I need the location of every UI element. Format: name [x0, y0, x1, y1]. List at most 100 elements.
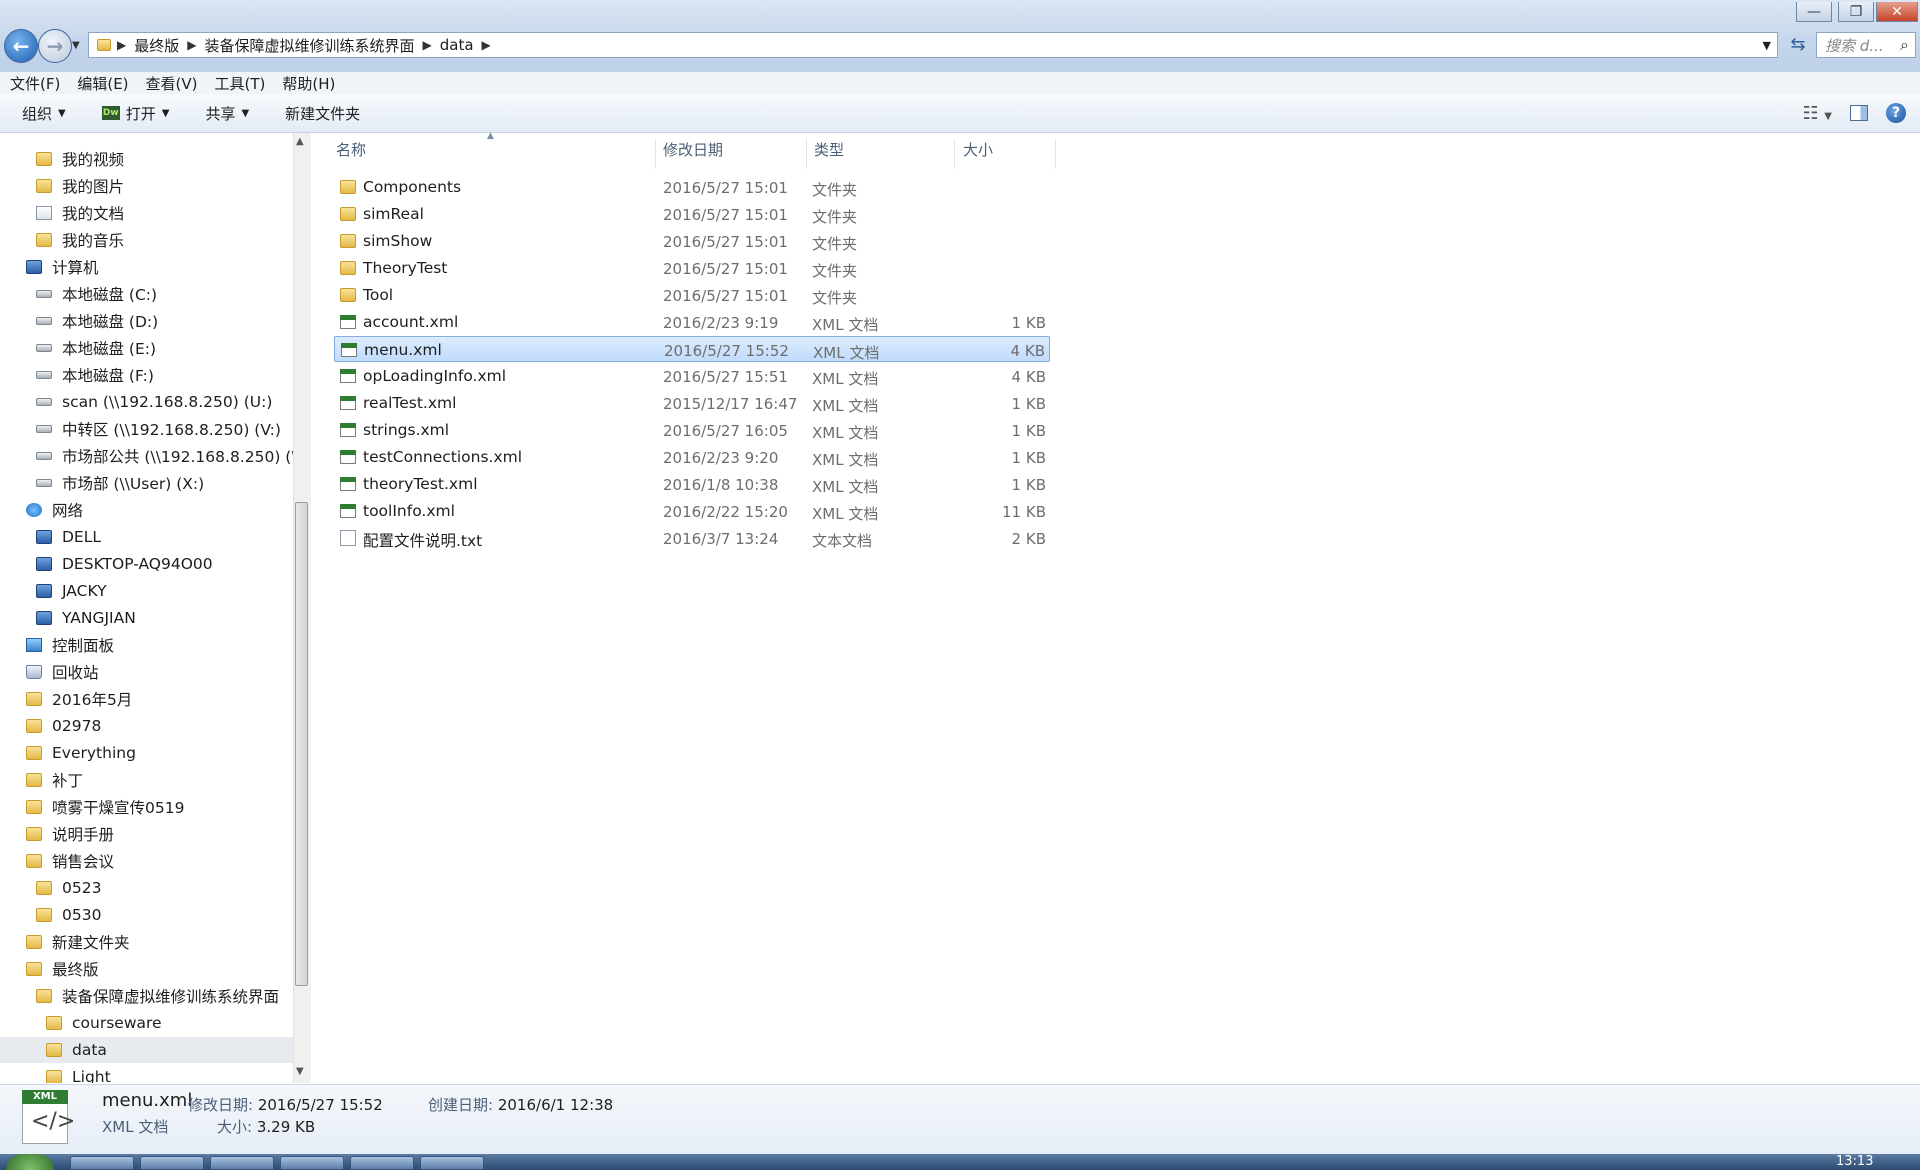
file-type: XML 文档 — [813, 344, 880, 362]
search-input[interactable]: 搜索 d... ⌕ — [1816, 32, 1916, 58]
nav-item[interactable]: 02978 — [0, 713, 101, 739]
refresh-icon[interactable]: ⇆ — [1784, 34, 1812, 56]
back-button[interactable]: ← — [4, 29, 38, 63]
nav-item[interactable]: 市场部 (\\User) (X:) — [0, 470, 204, 496]
nav-item[interactable]: Everything — [0, 740, 136, 766]
file-row[interactable]: theoryTest.xml 2016/1/8 10:38 XML 文档 1 KB — [334, 471, 1050, 497]
view-options-icon[interactable]: ☷ ▼ — [1802, 103, 1832, 124]
file-row[interactable]: account.xml 2016/2/23 9:19 XML 文档 1 KB — [334, 309, 1050, 335]
recent-pages-dropdown[interactable]: ▼ — [72, 40, 80, 51]
nav-item[interactable]: 中转区 (\\192.168.8.250) (V:) — [0, 416, 281, 442]
nav-item-label: 我的图片 — [62, 178, 125, 196]
nav-item[interactable]: 市场部公共 (\\192.168.8.250) (W — [0, 443, 296, 469]
open-button[interactable]: Dw 打开 ▼ — [80, 103, 184, 124]
file-row[interactable]: 配置文件说明.txt 2016/3/7 13:24 文本文档 2 KB — [334, 525, 1050, 551]
breadcrumb-item[interactable]: data — [432, 36, 482, 54]
nav-item[interactable]: JACKY — [0, 578, 107, 604]
menu-help[interactable]: 帮助(H) — [272, 73, 342, 94]
menu-view[interactable]: 查看(V) — [136, 73, 205, 94]
nav-item[interactable]: 2016年5月 — [0, 686, 132, 712]
address-dropdown-icon[interactable]: ▼ — [1763, 39, 1777, 52]
nav-item[interactable]: DELL — [0, 524, 101, 550]
nav-item[interactable]: 销售会议 — [0, 848, 114, 874]
taskbar-app-icon[interactable] — [350, 1156, 414, 1170]
file-row[interactable]: testConnections.xml 2016/2/23 9:20 XML 文档 1… — [334, 444, 1050, 470]
column-divider[interactable] — [1055, 139, 1056, 169]
nav-item[interactable]: 我的音乐 — [0, 227, 124, 253]
address-bar[interactable]: ▶ 最终版 ▶ 装备保障虚拟维修训练系统界面 ▶ data ▶ ▼ — [88, 32, 1778, 58]
nav-item[interactable]: data — [0, 1037, 296, 1063]
file-row[interactable]: menu.xml 2016/5/27 15:52 XML 文档 4 KB — [334, 336, 1050, 362]
nav-item[interactable]: 新建文件夹 — [0, 929, 130, 955]
taskbar-explorer-icon[interactable] — [70, 1156, 134, 1170]
nav-item[interactable]: courseware — [0, 1010, 162, 1036]
nav-item[interactable]: scan (\\192.168.8.250) (U:) — [0, 389, 272, 415]
menu-tools[interactable]: 工具(T) — [205, 73, 273, 94]
menu-file[interactable]: 文件(F) — [0, 73, 67, 94]
file-row[interactable]: simShow 2016/5/27 15:01 文件夹 — [334, 228, 1050, 254]
nav-item[interactable]: 我的文档 — [0, 200, 124, 226]
help-icon[interactable]: ? — [1886, 103, 1906, 123]
menu-edit[interactable]: 编辑(E) — [67, 73, 135, 94]
nav-scrollbar-thumb[interactable] — [295, 502, 308, 986]
file-row[interactable]: Components 2016/5/27 15:01 文件夹 — [334, 174, 1050, 200]
nav-item[interactable]: 最终版 — [0, 956, 99, 982]
nav-item[interactable]: 装备保障虚拟维修训练系统界面 — [0, 983, 279, 1009]
network-icon — [26, 503, 42, 517]
column-name[interactable]: 名称 — [336, 139, 366, 160]
nav-item[interactable]: 喷雾干燥宣传0519 — [0, 794, 184, 820]
share-button[interactable]: 共享 ▼ — [183, 103, 263, 124]
new-folder-button[interactable]: 新建文件夹 — [263, 103, 374, 124]
nav-item[interactable]: YANGJIAN — [0, 605, 136, 631]
taskbar-app-icon[interactable] — [210, 1156, 274, 1170]
nav-item[interactable]: 0530 — [0, 902, 101, 928]
nav-item-label: Light — [72, 1068, 111, 1083]
nav-item[interactable]: DESKTOP-AQ94O00 — [0, 551, 213, 577]
breadcrumb-item[interactable]: 最终版 — [126, 35, 187, 56]
taskbar-app-icon[interactable] — [420, 1156, 484, 1170]
nav-item[interactable]: 控制面板 — [0, 632, 114, 658]
column-modified[interactable]: 修改日期 — [663, 139, 723, 160]
scroll-up-icon[interactable]: ▲ — [296, 136, 304, 147]
search-icon[interactable]: ⌕ — [1900, 35, 1909, 55]
nav-item[interactable]: 本地磁盘 (C:) — [0, 281, 157, 307]
scroll-down-icon[interactable]: ▼ — [296, 1066, 304, 1077]
nav-item[interactable]: Light — [0, 1064, 111, 1083]
nav-item[interactable]: 说明手册 — [0, 821, 114, 847]
nav-item[interactable]: 补丁 — [0, 767, 83, 793]
taskbar-clock[interactable]: 13:13 — [1836, 1154, 1873, 1169]
nav-item[interactable]: 本地磁盘 (D:) — [0, 308, 158, 334]
preview-pane-icon[interactable] — [1850, 105, 1868, 121]
taskbar-app-icon[interactable] — [140, 1156, 204, 1170]
file-name: TheoryTest — [363, 259, 448, 277]
column-type[interactable]: 类型 — [814, 139, 844, 160]
nav-item[interactable]: 计算机 — [0, 254, 99, 280]
minimize-button[interactable]: — — [1796, 2, 1832, 22]
file-row[interactable]: opLoadingInfo.xml 2016/5/27 15:51 XML 文档 4 … — [334, 363, 1050, 389]
nav-item[interactable]: 我的图片 — [0, 173, 124, 199]
nav-item[interactable]: 0523 — [0, 875, 101, 901]
column-divider[interactable] — [806, 139, 807, 169]
nav-item[interactable]: 本地磁盘 (E:) — [0, 335, 156, 361]
forward-button[interactable]: → — [38, 29, 72, 63]
nav-item[interactable]: 网络 — [0, 497, 83, 523]
column-divider[interactable] — [954, 139, 955, 169]
taskbar-photoshop-icon[interactable] — [280, 1156, 344, 1170]
file-row[interactable]: Tool 2016/5/27 15:01 文件夹 — [334, 282, 1050, 308]
file-row[interactable]: TheoryTest 2016/5/27 15:01 文件夹 — [334, 255, 1050, 281]
column-size[interactable]: 大小 — [963, 139, 993, 160]
nav-item[interactable]: 我的视频 — [0, 146, 124, 172]
file-row[interactable]: simReal 2016/5/27 15:01 文件夹 — [334, 201, 1050, 227]
close-button[interactable]: ✕ — [1876, 2, 1918, 22]
nav-item-label: 装备保障虚拟维修训练系统界面 — [62, 988, 280, 1006]
column-divider[interactable] — [655, 139, 656, 169]
organize-button[interactable]: 组织 ▼ — [0, 103, 80, 124]
maximize-button[interactable]: ❐ — [1838, 2, 1874, 22]
start-button-icon[interactable] — [6, 1154, 54, 1170]
nav-item[interactable]: 回收站 — [0, 659, 99, 685]
file-row[interactable]: toolInfo.xml 2016/2/22 15:20 XML 文档 11 KB — [334, 498, 1050, 524]
file-row[interactable]: strings.xml 2016/5/27 16:05 XML 文档 1 KB — [334, 417, 1050, 443]
breadcrumb-item[interactable]: 装备保障虚拟维修训练系统界面 — [196, 35, 422, 56]
file-row[interactable]: realTest.xml 2015/12/17 16:47 XML 文档 1 KB — [334, 390, 1050, 416]
nav-item[interactable]: 本地磁盘 (F:) — [0, 362, 154, 388]
